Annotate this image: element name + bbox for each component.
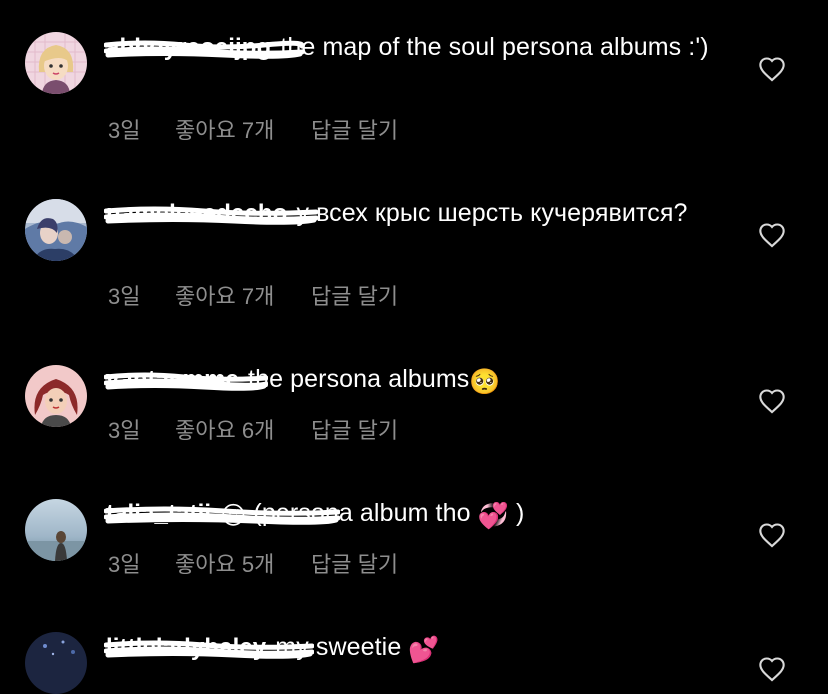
comment-username[interactable]: nameleeedecho [104,197,318,230]
comment-username[interactable]: littleladyhaley [104,631,314,664]
heart-outline-icon[interactable] [758,222,786,248]
heart-eyes-emoji: 😍 [220,502,247,530]
comment-likes[interactable]: 좋아요 7개 [175,279,311,311]
comment-text: abhoyreoeijpg the map of the soul person… [104,31,736,64]
comment-text: nameleeedecho у всех крыс шерсть кучеряв… [104,197,736,230]
avatar-photo-dark-icon [25,632,87,694]
comment-text: talia_tatii 😍 (persona album tho 💞 ) [104,497,736,533]
comment-message: (persona album tho [253,499,471,527]
avatar-cartoon-redhair-icon [25,365,87,427]
comment-likes[interactable]: 좋아요 7개 [175,113,311,145]
comment-username[interactable]: talia_tatii [104,497,340,530]
avatar[interactable] [25,32,87,94]
avatar[interactable] [25,365,87,427]
heart-outline-icon[interactable] [758,522,786,548]
comment-username[interactable]: vantaemme [104,363,268,396]
comment-likes[interactable]: 좋아요 5개 [175,547,311,579]
reply-button[interactable]: 답글 달기 [311,547,398,579]
comment-text: littleladyhaley my sweetie 💕 [104,631,736,667]
revolving-hearts-emoji: 💞 [477,502,509,530]
comment-time: 3일 [108,418,141,443]
avatar[interactable] [25,499,87,561]
comment-message: my sweetie [275,633,402,661]
comment-time: 3일 [108,118,141,143]
comment-meta: 3일 좋아요 7개 답글 달기 [108,279,398,311]
comment-username[interactable]: abhoyreoeijpg [104,31,304,64]
heart-outline-icon[interactable] [758,56,786,82]
avatar[interactable] [25,199,87,261]
comment-likes[interactable]: 좋아요 6개 [175,413,311,445]
comment-meta: 3일 좋아요 5개 답글 달기 [108,547,398,579]
comment-meta: 3일 좋아요 6개 답글 달기 [108,413,398,445]
two-hearts-emoji: 💕 [408,636,440,664]
heart-outline-icon[interactable] [758,388,786,414]
heart-outline-icon[interactable] [758,656,786,682]
comment-text: vantaemme the persona albums🥺 [104,363,736,399]
avatar-cartoon-blonde-icon [25,32,87,94]
comment-message: у всех крыс шерсть кучерявится? [296,199,688,227]
avatar-photo-blue-icon [25,199,87,261]
comment-meta: 3일 좋아요 7개 답글 달기 [108,113,398,145]
reply-button[interactable]: 답글 달기 [311,279,398,311]
avatar-photo-sky-icon [25,499,87,561]
avatar[interactable] [25,632,87,694]
reply-button[interactable]: 답글 달기 [311,113,398,145]
comment-message: the map of the soul persona albums :') [280,33,709,61]
pleading-face-emoji: 🥺 [469,368,501,396]
comment-time: 3일 [108,552,141,577]
comment-time: 3일 [108,284,141,309]
comment-message-end: ) [515,499,525,527]
reply-button[interactable]: 답글 달기 [311,413,398,445]
comment-message: the persona albums [248,365,470,393]
